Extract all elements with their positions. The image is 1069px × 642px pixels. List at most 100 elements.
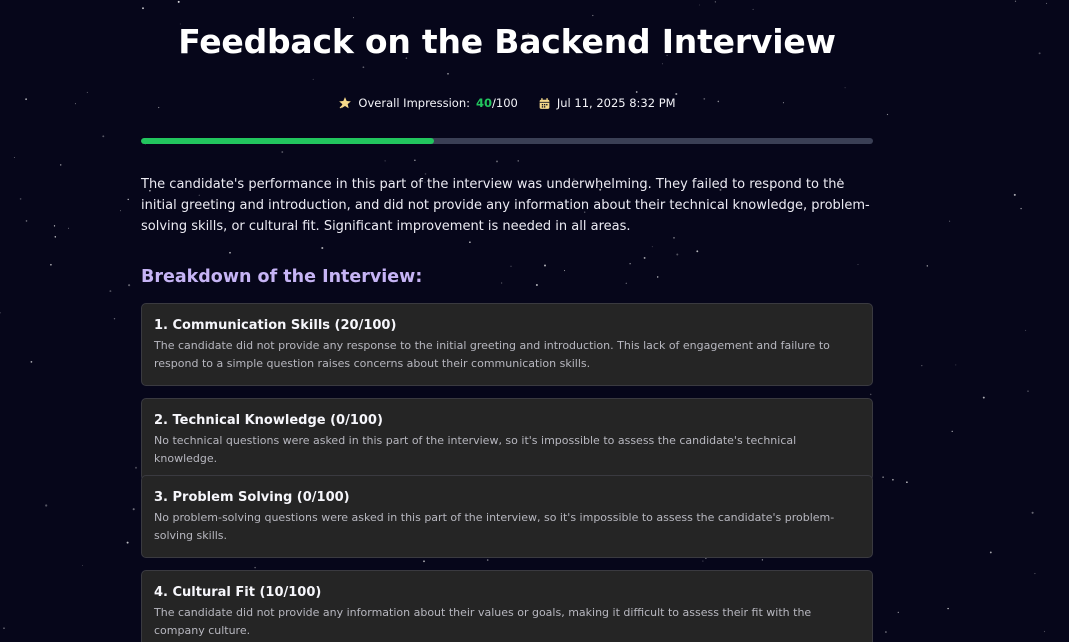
star-dot: [500, 282, 503, 284]
star-dot: [447, 72, 449, 75]
star-dot: [126, 541, 129, 544]
star-dot: [281, 151, 284, 153]
star-dot: [135, 466, 137, 469]
star-dot: [517, 160, 519, 162]
star-dot: [54, 236, 57, 238]
star-dot: [384, 160, 386, 162]
star-dot: [982, 396, 985, 399]
breakdown-card-problem-solving: 3. Problem Solving (0/100) No problem-so…: [141, 475, 873, 558]
star-dot: [1025, 329, 1027, 331]
star-dot: [535, 283, 538, 287]
card-title: 3. Problem Solving (0/100): [154, 490, 350, 505]
star-dot: [1013, 193, 1016, 196]
star-dot: [102, 135, 105, 138]
star-dot: [0, 312, 1, 314]
star-dot: [254, 566, 256, 569]
star-dot: [656, 276, 659, 278]
feedback-page: Feedback on the Backend Interview Overal…: [0, 0, 1069, 642]
star-dot: [625, 282, 627, 284]
overall-impression: Overall Impression: 40/100: [338, 96, 518, 110]
star-dot: [926, 265, 928, 267]
star-dot: [1027, 390, 1029, 392]
card-title: 4. Cultural Fit (10/100): [154, 585, 322, 600]
breakdown-heading: Breakdown of the Interview:: [141, 267, 423, 287]
star-dot: [53, 225, 56, 227]
star-dot: [699, 4, 701, 6]
star-dot: [414, 159, 416, 161]
star-dot: [120, 210, 121, 212]
star-dot: [661, 63, 663, 65]
star-dot: [592, 14, 594, 17]
star-dot: [906, 481, 908, 484]
star-dot: [67, 227, 70, 229]
card-text: No technical questions were asked in thi…: [154, 434, 797, 465]
impression-label: Overall Impression:: [358, 96, 470, 110]
card-text: No problem-solving questions were asked …: [154, 511, 835, 542]
star-dot: [469, 241, 471, 243]
star-dot: [544, 264, 546, 267]
card-title: 2. Technical Knowledge (0/100): [154, 413, 383, 428]
impression-score-group: 40/100: [476, 96, 518, 110]
star-dot: [752, 8, 754, 10]
star-dot: [1020, 207, 1022, 210]
impression-score: 40: [476, 96, 493, 110]
star-dot: [886, 113, 889, 116]
star-dot: [1031, 511, 1034, 514]
card-text: The candidate did not provide any inform…: [154, 606, 812, 637]
star-dot: [564, 270, 566, 272]
star-dot: [1014, 0, 1017, 2]
meta-row: Overall Impression: 40/100 Jul 11, 2025 …: [141, 96, 873, 110]
star-dot: [857, 264, 859, 266]
star-dot: [82, 565, 83, 567]
star-dot: [629, 263, 631, 265]
star-dot: [177, 0, 180, 3]
star-dot: [897, 611, 899, 614]
star-dot: [635, 91, 638, 93]
star-dot: [142, 7, 144, 10]
star-dot: [714, 1, 716, 3]
star-dot: [127, 198, 129, 201]
impression-progress-bar: [141, 138, 873, 144]
interview-date: Jul 11, 2025 8:32 PM: [538, 96, 676, 110]
star-dot: [25, 98, 27, 101]
star-dot: [949, 220, 951, 222]
impression-progress-fill: [141, 138, 434, 144]
star-dot: [676, 253, 679, 256]
star-dot: [45, 504, 48, 507]
star-dot: [59, 164, 62, 166]
summary-text: The candidate's performance in this part…: [141, 177, 870, 234]
star-dot: [643, 256, 646, 259]
star-dot: [30, 361, 33, 363]
breakdown-card-technical: 2. Technical Knowledge (0/100) No techni…: [141, 398, 873, 481]
breakdown-card-communication: 1. Communication Skills (20/100) The can…: [141, 303, 873, 386]
star-dot: [113, 318, 116, 320]
star-dot: [50, 263, 52, 266]
star-dot: [496, 160, 498, 163]
star-dot: [882, 476, 884, 478]
star-dot: [955, 364, 957, 366]
star-dot: [19, 198, 22, 200]
breakdown-card-cultural-fit: 4. Cultural Fit (10/100) The candidate d…: [141, 570, 873, 642]
star-dot: [229, 251, 231, 254]
star-dot: [844, 87, 846, 89]
star-dot: [128, 284, 131, 287]
star-dot: [1034, 573, 1036, 575]
star-dot: [74, 103, 76, 105]
star-dot: [132, 508, 135, 511]
date-text: Jul 11, 2025 8:32 PM: [556, 96, 676, 110]
star-dot: [989, 551, 992, 554]
star-dot: [947, 607, 949, 610]
star-dot: [1046, 2, 1048, 4]
star-dot: [510, 265, 512, 267]
star-dot: [869, 393, 872, 396]
star-dot: [86, 91, 88, 93]
star-dot: [321, 246, 324, 250]
calendar-icon: [538, 97, 551, 110]
card-text: The candidate did not provide any respon…: [154, 339, 830, 370]
star-icon: [338, 96, 352, 110]
star-dot: [951, 430, 953, 433]
star-dot: [362, 66, 365, 69]
star-dot: [702, 560, 704, 562]
star-dot: [25, 220, 28, 222]
star-dot: [892, 478, 894, 481]
